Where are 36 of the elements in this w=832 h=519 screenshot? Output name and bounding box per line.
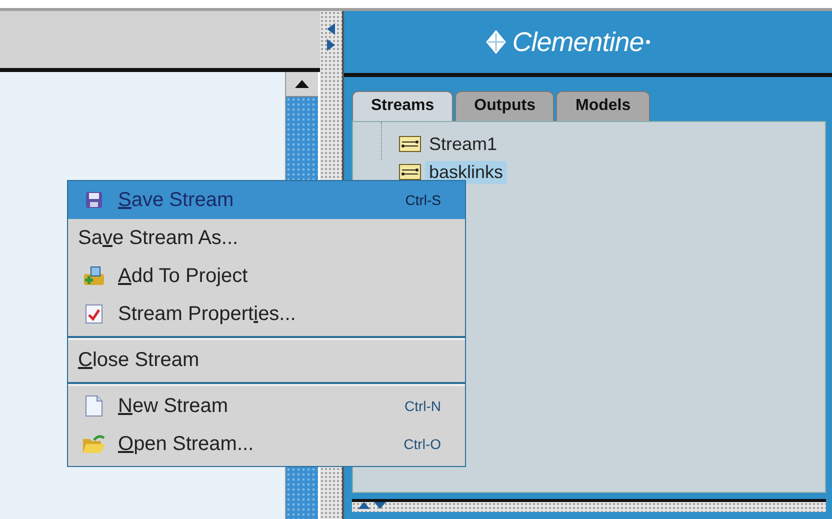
stream-icon: [399, 164, 421, 180]
menu-item-label: Save Stream: [118, 188, 235, 212]
tab[interactable]: Outputs: [455, 91, 554, 121]
shortcut-label: Ctrl-S: [405, 192, 441, 208]
menu-item-label: Close Stream: [78, 348, 200, 372]
menu-item[interactable]: New Stream Ctrl-N: [68, 387, 465, 425]
menu-item-label: Stream Properties...: [118, 302, 297, 326]
checked-document-icon: [85, 304, 103, 324]
folder-icon: [82, 434, 106, 454]
menu-item[interactable]: Close Stream: [68, 341, 465, 379]
shortcut-label: Ctrl-N: [404, 398, 441, 414]
menu-item[interactable]: Save Stream Ctrl-S: [68, 181, 465, 219]
scroll-up-icon[interactable]: [295, 80, 309, 88]
stream-icon: [399, 136, 421, 152]
tree-item[interactable]: basklinks: [425, 160, 508, 184]
menu-item-label: Add To Project: [118, 264, 249, 288]
tab[interactable]: Streams: [352, 91, 454, 121]
expand-right-icon[interactable]: [327, 39, 335, 51]
scroll-down-icon[interactable]: [374, 502, 386, 509]
app-logo: Clementine: [512, 26, 644, 58]
shortcut-label: Ctrl-O: [404, 436, 441, 452]
collapse-left-icon[interactable]: [327, 23, 335, 35]
menu-item[interactable]: Save Stream As...: [68, 219, 465, 257]
menu-item-label: New Stream: [118, 394, 230, 418]
horizontal-scrollbar[interactable]: [352, 499, 826, 512]
menu-item-label: Open Stream...: [118, 432, 255, 456]
tree-item[interactable]: Stream1: [425, 132, 502, 156]
project-add-icon: [83, 266, 105, 286]
diamond-logo-icon: [486, 30, 506, 54]
tab[interactable]: Models: [556, 91, 650, 121]
menu-item-label: Save Stream As...: [78, 226, 240, 250]
menu-item[interactable]: Stream Properties...: [68, 295, 465, 333]
logo-mark: [646, 40, 650, 44]
menu-item[interactable]: Add To Project: [68, 257, 465, 295]
document-icon: [85, 395, 103, 417]
menu-item[interactable]: Open Stream... Ctrl-O: [68, 425, 465, 463]
